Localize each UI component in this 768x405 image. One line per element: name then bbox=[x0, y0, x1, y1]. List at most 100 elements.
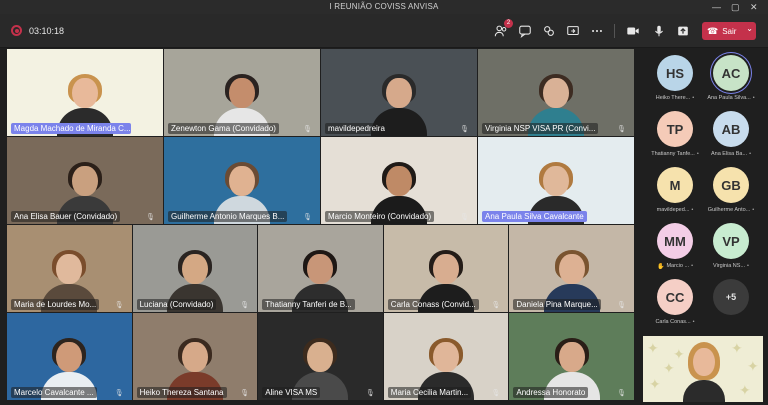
participant-video-tile[interactable]: Virginia NSP VISA PR (Convi... 🎙 bbox=[478, 49, 634, 136]
participant-video-tile[interactable]: Marcelo Cavalcante ... 🎙 bbox=[7, 313, 132, 400]
hang-up-icon: ☎ bbox=[707, 25, 719, 36]
meeting-timer: 03:10:18 bbox=[29, 26, 65, 36]
participant-name: mavildepedreira bbox=[328, 124, 385, 133]
participant-video-tile[interactable]: Maria de Lourdes Mo... 🎙 bbox=[7, 225, 132, 312]
muted-mic-icon: 🎙 bbox=[240, 302, 250, 309]
participant-video-tile[interactable]: Aline VISA MS 🎙 bbox=[258, 313, 383, 400]
roster-name-label: Thatianny Tanfe... • bbox=[649, 151, 701, 157]
face-shape bbox=[386, 78, 412, 108]
roster-participant[interactable]: VP Virginia NS... • bbox=[705, 223, 757, 281]
roster-participant[interactable]: AB Ana Elisa Ba... • bbox=[705, 111, 757, 169]
roster-name: Heiko There... bbox=[655, 95, 691, 101]
participant-name: Carla Conass (Convid... bbox=[390, 300, 476, 309]
participant-video-tile[interactable]: Zenewton Gama (Convidado) 🎙 bbox=[164, 49, 320, 136]
face-shape bbox=[229, 78, 255, 108]
participant-video-tile[interactable]: Andressa Honorato 🎙 bbox=[509, 313, 634, 400]
roster-participant[interactable]: CC Carla Conas... • bbox=[649, 279, 701, 337]
participant-video-tile[interactable]: Heiko Thereza Santana 🎙 bbox=[132, 313, 258, 400]
title-bar: I REUNIÃO COVISS ANVISA — ▢ ✕ bbox=[0, 0, 768, 14]
breakout-rooms-button[interactable] bbox=[540, 22, 558, 40]
roster-name-label: Heiko There... • bbox=[649, 95, 701, 101]
muted-mic-icon: 🎙 bbox=[114, 302, 124, 309]
participant-video-tile[interactable]: Maria Cecilia Martin... 🎙 bbox=[383, 313, 509, 400]
participant-name: Maria de Lourdes Mo... bbox=[14, 300, 97, 309]
participant-name-label: Carla Conass (Convid... bbox=[387, 299, 479, 310]
roster-participant[interactable]: GB Guilherme Anto... • bbox=[705, 167, 757, 225]
avatar: MM bbox=[657, 223, 693, 259]
face-shape bbox=[56, 342, 83, 372]
roster-participant[interactable]: HS Heiko There... • bbox=[649, 55, 701, 113]
roster-participant[interactable]: MM ✋ Marcio ... • bbox=[649, 223, 701, 281]
participants-button[interactable]: 2 bbox=[492, 19, 513, 40]
close-window-button[interactable]: ✕ bbox=[750, 1, 758, 13]
participant-name: Ana Elisa Bauer (Convidado) bbox=[14, 212, 118, 221]
participant-video-tile[interactable]: Guilherme Antonio Marques B... 🎙 bbox=[164, 137, 320, 224]
roster-participant[interactable]: TP Thatianny Tanfe... • bbox=[649, 111, 701, 169]
participant-name: Andressa Honorato bbox=[516, 388, 586, 397]
raise-share-button[interactable] bbox=[674, 22, 692, 40]
roster-participant[interactable]: AC Ana Paula Silva... • bbox=[705, 55, 757, 113]
muted-mic-icon: 🎙 bbox=[240, 390, 250, 397]
participants-badge: 2 bbox=[504, 19, 513, 28]
leave-button[interactable]: ☎ Sair ⌄ bbox=[702, 22, 756, 40]
minimize-button[interactable]: — bbox=[712, 1, 721, 13]
leave-label: Sair bbox=[722, 26, 737, 36]
more-participants-button[interactable]: +5 bbox=[705, 279, 757, 337]
participant-name: Daniela Pina Marque... bbox=[516, 300, 598, 309]
maximize-button[interactable]: ▢ bbox=[731, 1, 740, 13]
avatar: AC bbox=[713, 55, 749, 91]
share-screen-button[interactable] bbox=[564, 22, 582, 40]
muted-mic-icon: 🎙 bbox=[303, 214, 312, 221]
roster-participant[interactable]: Mmavildeped... • bbox=[649, 167, 701, 225]
muted-mic-icon: 🎙 bbox=[491, 390, 501, 397]
roster-name: mavildeped... bbox=[656, 207, 690, 213]
muted-mic-icon: • bbox=[692, 95, 695, 101]
muted-mic-icon: 🎙 bbox=[365, 390, 375, 397]
participant-video-tile[interactable]: Magda Machado de Miranda C... bbox=[7, 49, 163, 136]
participant-video-tile[interactable]: Ana Elisa Bauer (Convidado) 🎙 bbox=[7, 137, 163, 224]
avatar: VP bbox=[713, 223, 749, 259]
participant-name-label: Marcio Monteiro (Convidado) bbox=[325, 211, 435, 222]
participant-video-tile[interactable]: mavildepedreira 🎙 bbox=[321, 49, 477, 136]
muted-mic-icon: • bbox=[691, 207, 694, 213]
participant-name-label: Maria Cecilia Martin... bbox=[387, 387, 472, 398]
more-options-button[interactable] bbox=[588, 22, 606, 40]
camera-button[interactable] bbox=[624, 22, 642, 40]
participant-name-label: Zenewton Gama (Convidado) bbox=[168, 123, 279, 134]
participant-name-label: Ana Paula Silva Cavalcante bbox=[482, 211, 587, 222]
participant-name-label: Thatianny Tanferi de B... bbox=[262, 299, 355, 310]
participant-video-tile[interactable]: Thatianny Tanferi de B... bbox=[258, 225, 383, 312]
roster-name-label: Guilherme Anto... • bbox=[705, 207, 757, 213]
muted-mic-icon: • bbox=[692, 319, 695, 325]
face-shape bbox=[307, 254, 334, 284]
muted-mic-icon: 🎙 bbox=[491, 302, 501, 309]
participant-name-label: Luciana (Convidado) bbox=[136, 299, 217, 310]
avatar: TP bbox=[657, 111, 693, 147]
muted-mic-icon: 🎙 bbox=[617, 126, 626, 133]
participant-name-label: Andressa Honorato bbox=[513, 387, 589, 398]
participant-video-tile[interactable]: Ana Paula Silva Cavalcante bbox=[478, 137, 634, 224]
participant-name-label: Ana Elisa Bauer (Convidado) bbox=[11, 211, 121, 222]
face-shape bbox=[558, 254, 585, 284]
participant-name: Heiko Thereza Santana bbox=[139, 388, 224, 397]
participant-video-tile[interactable]: Luciana (Convidado) 🎙 bbox=[132, 225, 258, 312]
muted-mic-icon: 🎙 bbox=[617, 390, 626, 397]
chat-icon bbox=[519, 25, 531, 38]
microphone-button[interactable] bbox=[650, 22, 668, 40]
participant-video-tile[interactable]: Marcio Monteiro (Convidado) 🎙 bbox=[321, 137, 477, 224]
toolbar-divider bbox=[614, 24, 615, 38]
recording-icon bbox=[11, 25, 22, 36]
participant-name-label: Heiko Thereza Santana bbox=[136, 387, 227, 398]
participant-video-tile[interactable]: Carla Conass (Convid... 🎙 bbox=[383, 225, 509, 312]
participant-video-tile[interactable]: Daniela Pina Marque... 🎙 bbox=[509, 225, 634, 312]
avatar: HS bbox=[657, 55, 693, 91]
muted-mic-icon: • bbox=[749, 151, 751, 157]
upload-icon bbox=[678, 26, 688, 36]
chat-button[interactable] bbox=[516, 22, 534, 40]
torso-shape bbox=[683, 380, 725, 402]
participant-name: Virginia NSP VISA PR (Convi... bbox=[485, 124, 596, 133]
roster-name: Guilherme Anto... bbox=[707, 207, 751, 213]
chevron-down-icon[interactable]: ⌄ bbox=[746, 24, 753, 33]
muted-mic-icon: 🎙 bbox=[303, 126, 312, 133]
face-shape bbox=[72, 78, 98, 108]
